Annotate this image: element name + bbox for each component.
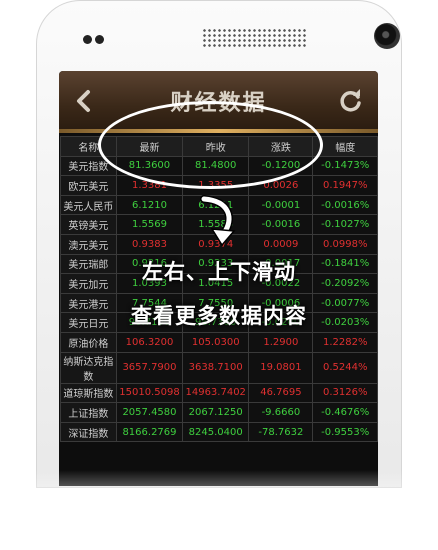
row-name-cell: 美元人民币 — [60, 194, 117, 216]
row-name-cell: 欧元美元 — [60, 175, 117, 196]
change-cell: 46.7695 — [248, 382, 314, 404]
row-name-cell: 英镑美元 — [60, 214, 117, 235]
change-cell: -9.6660 — [248, 402, 314, 423]
change-percent-cell: -0.0016% — [312, 194, 378, 216]
latest-cell: 3657.7900 — [115, 351, 184, 384]
table-row[interactable]: 深证指数 8166.2769 8245.0400 -78.7632 -0.9553% — [60, 421, 378, 443]
table-row[interactable]: 上证指数 2057.4580 2067.1250 -9.6660 -0.4676% — [60, 402, 378, 423]
change-cell: -0.0016 — [248, 214, 314, 235]
prev-close-cell: 105.0300 — [182, 331, 250, 353]
latest-cell: 106.3200 — [115, 331, 184, 353]
phone-fade — [36, 470, 402, 550]
prev-close-cell: 14963.7402 — [182, 382, 250, 404]
latest-cell: 8166.2769 — [115, 421, 184, 443]
latest-cell: 6.1210 — [115, 194, 184, 216]
change-percent-cell: -0.4676% — [312, 402, 378, 423]
latest-cell: 1.5569 — [115, 214, 184, 235]
change-cell: -0.0001 — [248, 194, 314, 216]
change-percent-cell: 0.3126% — [312, 382, 378, 404]
refresh-icon[interactable] — [338, 88, 364, 114]
change-percent-cell: -0.9553% — [312, 421, 378, 443]
hint-line-1: 左右、上下滑动 — [142, 260, 296, 284]
curved-arrow-down-icon — [200, 195, 236, 247]
latest-cell: 0.9383 — [115, 233, 184, 255]
prev-close-cell: 3638.7100 — [182, 351, 250, 384]
change-percent-cell: -0.1027% — [312, 214, 378, 235]
latest-cell: 15010.5098 — [115, 382, 184, 404]
prev-close-cell: 8245.0400 — [182, 421, 250, 443]
row-name-cell: 纳斯达克指数 — [60, 351, 117, 384]
prev-close-cell: 2067.1250 — [182, 402, 250, 423]
row-name-cell: 原油价格 — [60, 331, 117, 353]
table-row[interactable]: 原油价格 106.3200 105.0300 1.2900 1.2282% — [60, 331, 378, 353]
latest-cell: 2057.4580 — [115, 402, 184, 423]
camera-icon — [374, 23, 400, 49]
table-row[interactable]: 纳斯达克指数 3657.7900 3638.7100 19.0801 0.5244% — [60, 351, 378, 384]
row-name-cell: 道琼斯指数 — [60, 382, 117, 404]
change-cell: 19.0801 — [248, 351, 314, 384]
change-cell: 0.0009 — [248, 233, 314, 255]
change-cell: -78.7632 — [248, 421, 314, 443]
hint-line-2: 查看更多数据内容 — [131, 304, 307, 328]
change-percent-cell: 0.1947% — [312, 175, 378, 196]
sensor-dot — [95, 35, 104, 44]
change-percent-cell: 0.0998% — [312, 233, 378, 255]
change-cell: 1.2900 — [248, 331, 314, 353]
row-name-cell: 上证指数 — [60, 402, 117, 423]
table-row[interactable]: 道琼斯指数 15010.5098 14963.7402 46.7695 0.3126% — [60, 382, 378, 404]
sensor-dot — [83, 35, 92, 44]
highlight-ellipse — [98, 101, 323, 189]
row-name-cell: 深证指数 — [60, 421, 117, 443]
change-percent-cell: 0.5244% — [312, 351, 378, 384]
change-percent-cell: 1.2282% — [312, 331, 378, 353]
change-percent-cell: -0.1473% — [312, 155, 378, 177]
speaker-grille — [202, 28, 306, 48]
row-name-cell: 澳元美元 — [60, 233, 117, 255]
